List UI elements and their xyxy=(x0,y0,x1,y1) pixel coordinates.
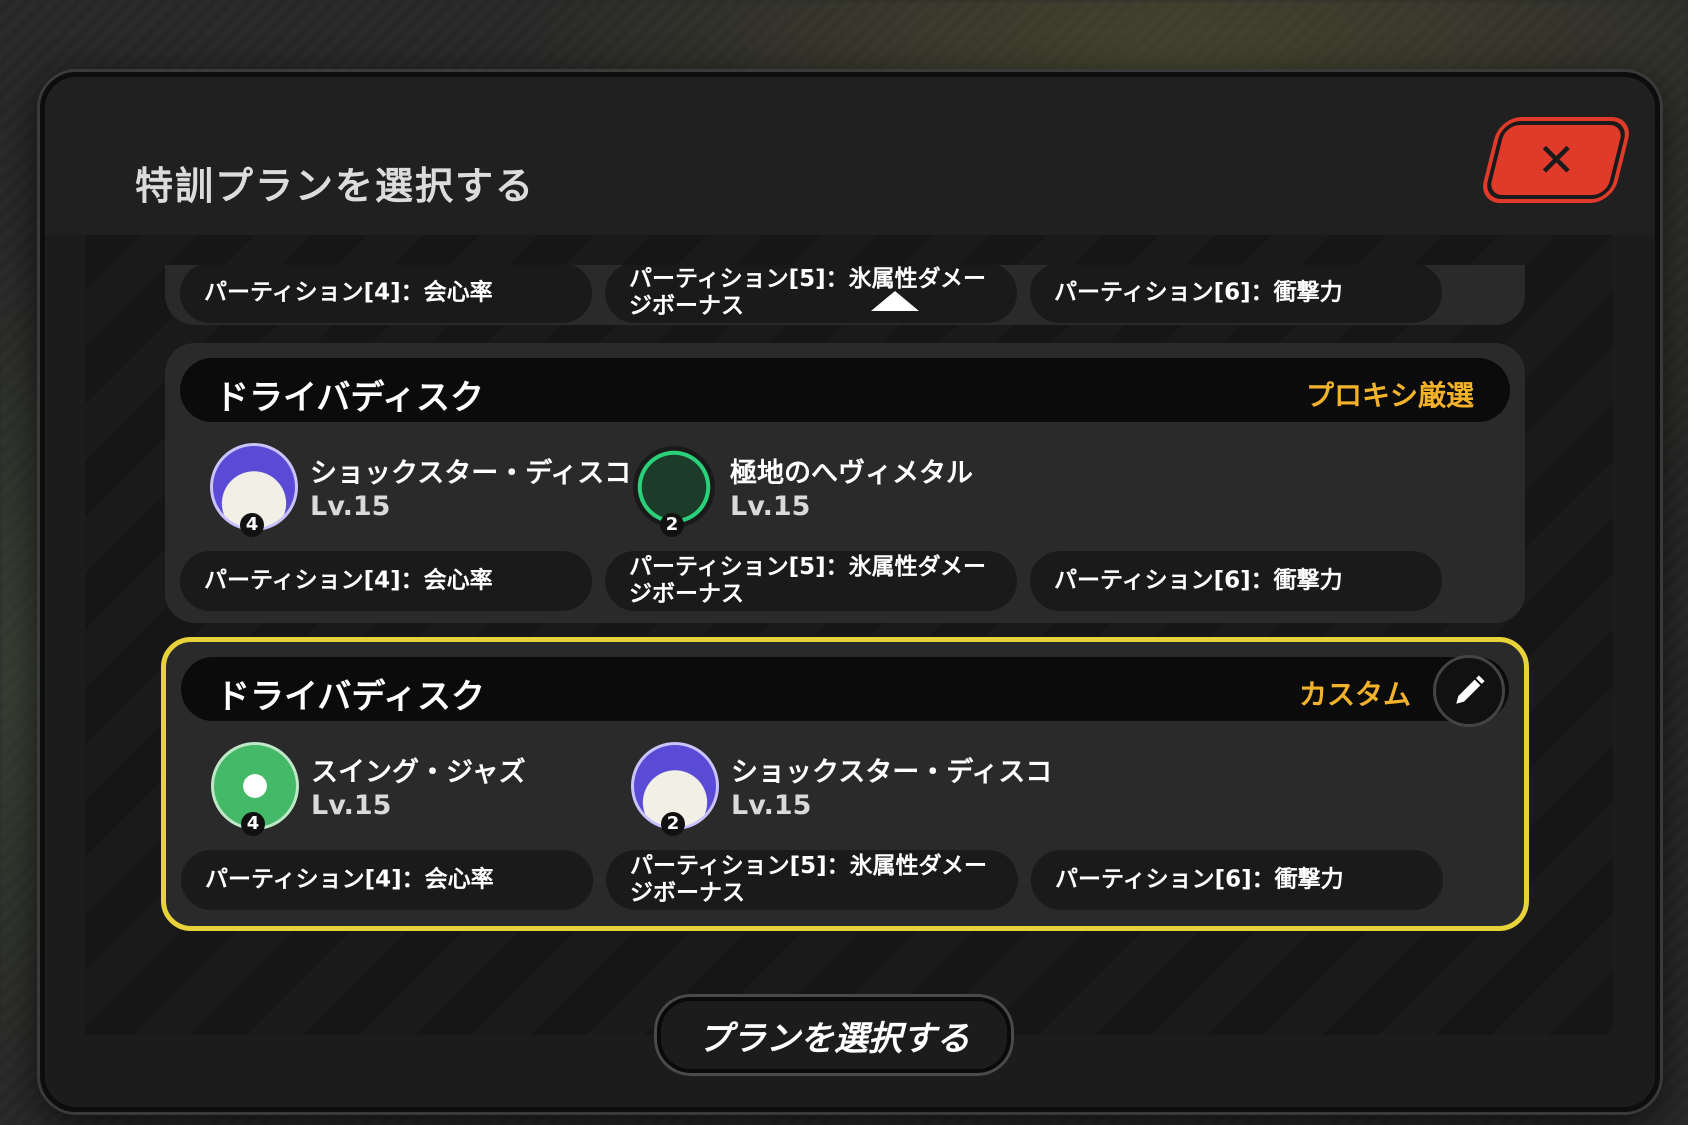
plan-list[interactable]: パーティション[4]：会心率 パーティション[5]：氷属性ダメージボーナス パー… xyxy=(85,235,1613,1035)
stat-text: パーティション[6]：衝撃力 xyxy=(1054,279,1343,306)
plan-card-proxy[interactable]: ドライバディスク プロキシ厳選 4 ショックスター・ディスコ Lv.15 2 極… xyxy=(165,343,1525,623)
disc-set-item: 4 ショックスター・ディスコ Lv.15 xyxy=(210,443,632,537)
disc-level: Lv.15 xyxy=(730,491,811,522)
disc-level: Lv.15 xyxy=(311,790,392,821)
stat-text: パーティション[5]：氷属性ダメージボーナス xyxy=(630,853,987,906)
close-button[interactable]: ✕ xyxy=(1483,121,1629,199)
disc-count-badge: 4 xyxy=(240,513,264,537)
pencil-icon xyxy=(1456,675,1485,704)
stat-pill: パーティション[4]：会心率 xyxy=(181,850,593,910)
disc-level: Lv.15 xyxy=(310,491,391,522)
stat-text: パーティション[5]：氷属性ダメージボーナス xyxy=(629,266,986,319)
stat-pill: パーティション[5]：氷属性ダメージボーナス xyxy=(605,551,1017,611)
plan-card-header: ドライバディスク プロキシ厳選 xyxy=(180,358,1510,422)
disc-count-badge: 2 xyxy=(660,513,684,537)
stat-pill: パーティション[6]：衝撃力 xyxy=(1030,265,1442,323)
disc-name: スイング・ジャズ xyxy=(311,757,526,788)
stat-pill: パーティション[6]：衝撃力 xyxy=(1031,850,1443,910)
select-plan-button[interactable]: プランを選択する xyxy=(657,997,1011,1073)
stat-pill: パーティション[5]：氷属性ダメージボーナス xyxy=(606,850,1018,910)
stat-pill: パーティション[6]：衝撃力 xyxy=(1030,551,1442,611)
disc-level: Lv.15 xyxy=(731,790,812,821)
stat-text: パーティション[5]：氷属性ダメージボーナス xyxy=(629,554,986,607)
stat-pill: パーティション[4]：会心率 xyxy=(180,265,592,323)
plan-card-header: ドライバディスク カスタム xyxy=(181,655,1509,727)
stat-pill: パーティション[4]：会心率 xyxy=(180,551,592,611)
disc-set-item: 4 スイング・ジャズ Lv.15 xyxy=(211,742,631,836)
disc-set-item: 2 ショックスター・ディスコ Lv.15 xyxy=(631,742,1053,836)
close-icon: ✕ xyxy=(1536,133,1576,187)
modal-header: 特訓プランを選択する xyxy=(45,77,1655,235)
plan-card-tag: プロキシ厳選 xyxy=(1305,379,1474,412)
stat-text: パーティション[6]：衝撃力 xyxy=(1055,866,1344,893)
disc-name: 極地のへヴィメタル xyxy=(730,458,973,489)
plan-card-tag: カスタム xyxy=(1298,678,1411,711)
disc-set-item: 2 極地のへヴィメタル Lv.15 xyxy=(630,443,1050,537)
disc-count-badge: 2 xyxy=(661,812,685,836)
plan-select-modal: 特訓プランを選択する ✕ パーティション[4]：会心率 パーティション[5]：氷… xyxy=(40,72,1660,1112)
disc-name: ショックスター・ディスコ xyxy=(310,458,632,489)
stat-text: パーティション[4]：会心率 xyxy=(204,279,493,306)
stat-text: パーティション[4]：会心率 xyxy=(204,567,493,594)
edit-plan-button[interactable] xyxy=(1433,655,1505,727)
stat-text: パーティション[4]：会心率 xyxy=(205,866,494,893)
plan-card-title: ドライバディスク xyxy=(216,677,485,717)
plan-card-partial[interactable]: パーティション[4]：会心率 パーティション[5]：氷属性ダメージボーナス パー… xyxy=(165,265,1525,325)
disc-count-badge: 4 xyxy=(241,812,265,836)
modal-title: 特訓プランを選択する xyxy=(135,164,536,208)
stat-text: パーティション[6]：衝撃力 xyxy=(1054,567,1343,594)
plan-card-custom[interactable]: ドライバディスク カスタム 4 スイング・ジャズ Lv.15 2 ショックスター xyxy=(161,637,1529,931)
scroll-up-arrow-icon[interactable] xyxy=(871,291,919,311)
disc-name: ショックスター・ディスコ xyxy=(731,757,1053,788)
plan-card-title: ドライバディスク xyxy=(215,378,484,418)
stat-pill: パーティション[5]：氷属性ダメージボーナス xyxy=(605,265,1017,323)
